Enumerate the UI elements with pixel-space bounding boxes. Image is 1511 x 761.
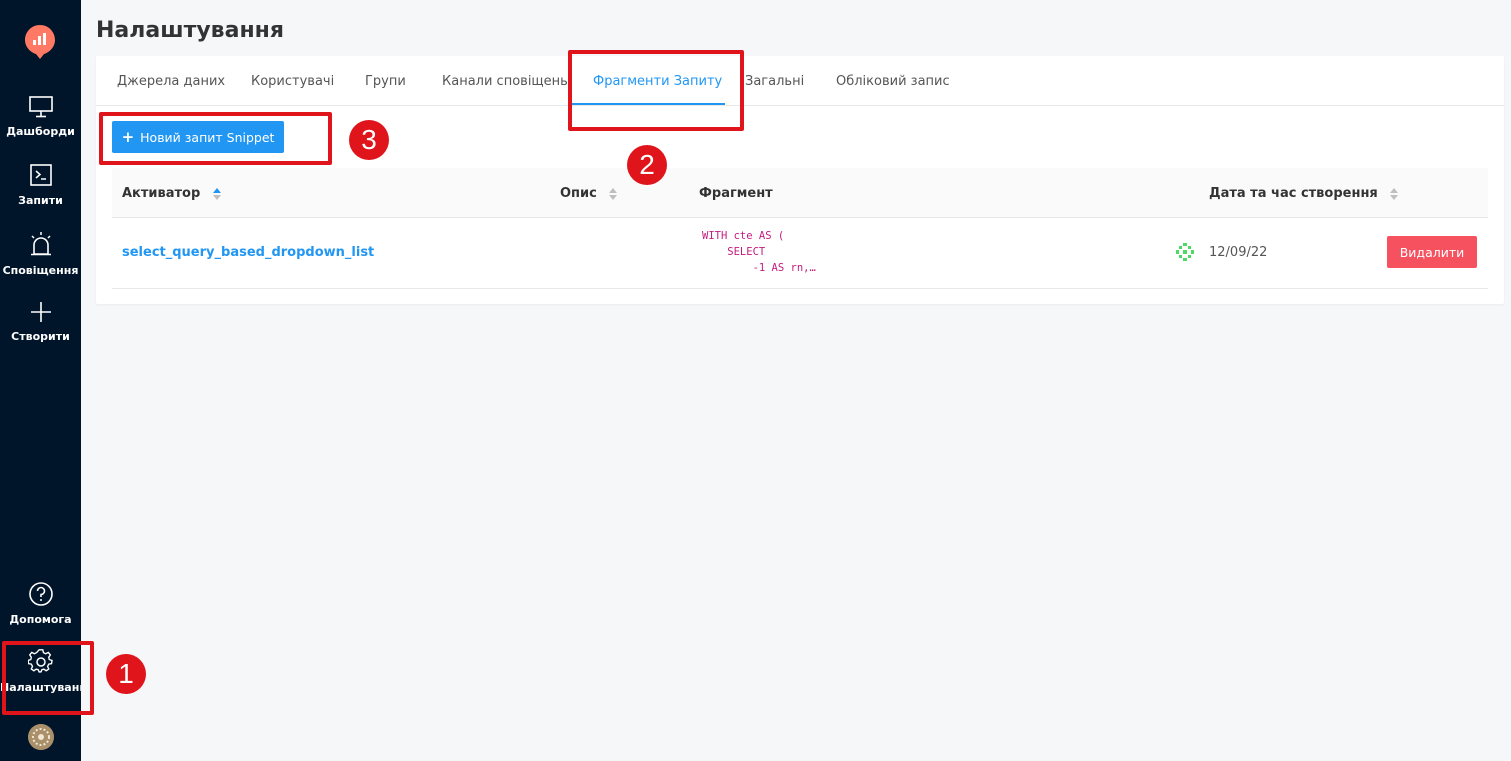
alarm-icon — [0, 230, 81, 262]
sidebar-item-queries[interactable]: Запити — [0, 164, 81, 207]
tab-groups[interactable]: Групи — [365, 74, 406, 89]
settings-tabs: Джерела даних Користувачі Групи Канали с… — [96, 56, 1504, 106]
sort-icon — [212, 187, 221, 200]
tab-data-sources[interactable]: Джерела даних — [117, 74, 225, 89]
table-header: Активатор Опис Фрагмент Дата та час ство… — [112, 168, 1488, 218]
tab-general[interactable]: Загальні — [745, 74, 804, 89]
created-date: 12/09/22 — [1209, 245, 1268, 260]
column-header-trigger[interactable]: Активатор — [122, 186, 221, 201]
annotation-badge-1: 1 — [106, 654, 146, 694]
sort-icon — [609, 187, 618, 200]
annotation-box-3 — [99, 112, 332, 165]
snippet-line: SELECT — [702, 246, 766, 258]
snippet-preview: WITH cte AS ( SELECT -1 AS rn,… — [702, 228, 816, 276]
snippet-line: WITH cte AS ( — [702, 230, 785, 242]
delete-button[interactable]: Видалити — [1387, 236, 1477, 268]
sidebar-item-help[interactable]: Допомога — [0, 581, 81, 626]
page-title: Налаштування — [96, 18, 284, 43]
sidebar-item-alerts[interactable]: Сповіщення — [0, 230, 81, 277]
tab-alert-destinations[interactable]: Канали сповіщень — [442, 74, 568, 89]
snippet-line: -1 AS rn,… — [702, 262, 816, 274]
column-header-created-at[interactable]: Дата та час створення — [1209, 186, 1399, 201]
sidebar-item-create[interactable]: Створити — [0, 300, 81, 343]
creator-avatar-icon — [1175, 242, 1195, 262]
sidebar-item-label: Допомога — [9, 613, 72, 626]
sidebar-item-label: Дашборди — [6, 125, 75, 138]
sort-icon — [1390, 187, 1399, 200]
annotation-box-1 — [2, 641, 94, 715]
annotation-badge-3: 3 — [349, 120, 389, 160]
help-icon — [0, 581, 81, 611]
settings-panel: Джерела даних Користувачі Групи Канали с… — [96, 56, 1504, 304]
column-header-description[interactable]: Опис — [560, 186, 618, 201]
plus-icon — [0, 300, 81, 328]
sidebar-item-label: Запити — [18, 194, 63, 207]
monitor-icon — [0, 95, 81, 123]
column-header-snippet: Фрагмент — [699, 186, 773, 201]
sidebar-item-label: Сповіщення — [2, 264, 79, 277]
annotation-badge-2: 2 — [627, 145, 667, 185]
sidebar-item-dashboards[interactable]: Дашборди — [0, 95, 81, 138]
tab-account[interactable]: Обліковий запис — [836, 74, 950, 89]
app-logo-icon[interactable] — [24, 24, 56, 60]
snippet-trigger-link[interactable]: select_query_based_dropdown_list — [122, 245, 374, 260]
sidebar-item-label: Створити — [11, 330, 70, 343]
terminal-icon — [0, 164, 81, 192]
user-avatar[interactable] — [28, 724, 54, 750]
tab-users[interactable]: Користувачі — [251, 74, 334, 89]
annotation-box-2 — [568, 50, 744, 131]
table-row: select_query_based_dropdown_list WITH ct… — [112, 218, 1488, 289]
